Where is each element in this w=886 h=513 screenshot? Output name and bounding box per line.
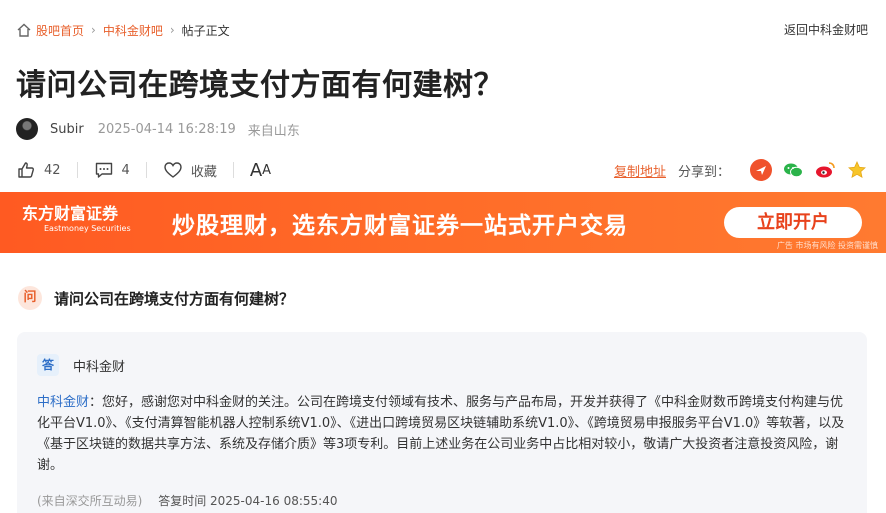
answer-card: 答 中科金财 中科金财：您好，感谢您对中科金财的关注。公司在跨境支付领域有技术、… (17, 332, 867, 513)
favorite-label: 收藏 (190, 164, 217, 180)
banner-slogan: 炒股理财，选东方财富证券一站式开户交易 (172, 213, 628, 239)
eastmoney-logo: 东方财富证券 Eastmoney Securities (22, 205, 131, 234)
answer-body: 中科金财：您好，感谢您对中科金财的关注。公司在跨境支付领域有技术、服务与产品布局… (37, 392, 849, 476)
divider (76, 162, 78, 178)
logo-subtext: Eastmoney Securities (44, 224, 131, 233)
copy-link-button[interactable]: 复制地址 (614, 161, 666, 180)
logo-text: 东方财富证券 (22, 204, 119, 223)
font-small-glyph: A (262, 162, 272, 178)
post-actions: 42 4 收藏 AA (16, 158, 271, 182)
chevron-right-icon: › (169, 23, 175, 37)
thumbs-up-icon (18, 162, 34, 178)
crumb-board-link[interactable]: 中科金财吧 (103, 22, 163, 39)
divider (232, 162, 234, 178)
wechat-icon[interactable] (782, 159, 804, 181)
like-count: 42 (44, 162, 61, 178)
comment-button[interactable]: 4 (94, 160, 130, 180)
ad-banner[interactable]: 东方财富证券 Eastmoney Securities 炒股理财，选东方财富证券… (0, 192, 886, 253)
crumb-current: 帖子正文 (181, 23, 230, 38)
post-meta: Subir 2025-04-14 16:28:19 来自山东 (16, 118, 300, 140)
answer-company[interactable]: 中科金财 (73, 356, 125, 375)
favorite-button[interactable]: 收藏 (163, 160, 217, 180)
sina-weibo-icon[interactable] (814, 159, 836, 181)
answer-source: (来自深交所互动易) (37, 494, 143, 508)
comment-icon (95, 162, 112, 178)
share-label: 分享到： (677, 164, 730, 180)
page-title: 请问公司在跨境支付方面有何建树？ (16, 68, 504, 103)
home-icon[interactable] (16, 22, 32, 38)
avatar[interactable] (16, 118, 38, 140)
like-button[interactable]: 42 (16, 160, 61, 180)
crumb-home-link[interactable]: 股吧首页 (36, 22, 84, 39)
share-bar: 复制地址 分享到： (614, 158, 868, 182)
star-icon[interactable] (846, 159, 868, 181)
post-location: 来自山东 (247, 123, 300, 139)
chevron-right-icon: › (91, 23, 96, 37)
answer-badge: 答 (37, 354, 59, 376)
open-account-button[interactable]: 立即开户 (724, 207, 862, 238)
back-to-board-link[interactable]: 返回中科金财吧 (784, 21, 868, 38)
post-time: 2025-04-14 16:28:19 (97, 121, 236, 137)
answer-header: 答 中科金财 (37, 354, 125, 376)
weibo-app-icon[interactable] (750, 159, 772, 181)
answer-reply-time: 答复时间 2025-04-16 08:55:40 (158, 494, 338, 508)
answer-footer: (来自深交所互动易) 答复时间 2025-04-16 08:55:40 (37, 492, 337, 509)
font-size-toggle[interactable]: AA (250, 160, 271, 181)
answer-text: ：您好，感谢您对中科金财的关注。公司在跨境支付领域有技术、服务与产品布局，开发并… (37, 395, 845, 473)
question-text: 请问公司在跨境支付方面有何建树？ (54, 289, 295, 308)
heart-icon (164, 162, 182, 178)
breadcrumb: 股吧首页 › 中科金财吧 › 帖子正文 (16, 20, 230, 40)
question-line: 问 请问公司在跨境支付方面有何建树？ (18, 286, 294, 310)
comment-count: 4 (121, 162, 130, 178)
font-large-glyph: A (249, 159, 263, 181)
author-name[interactable]: Subir (50, 122, 84, 137)
question-badge: 问 (18, 286, 42, 310)
divider (145, 162, 147, 178)
ad-disclaimer: 广告 市场有风险 投资需谨慎 (776, 241, 878, 250)
answer-company-link[interactable]: 中科金财 (37, 395, 89, 410)
